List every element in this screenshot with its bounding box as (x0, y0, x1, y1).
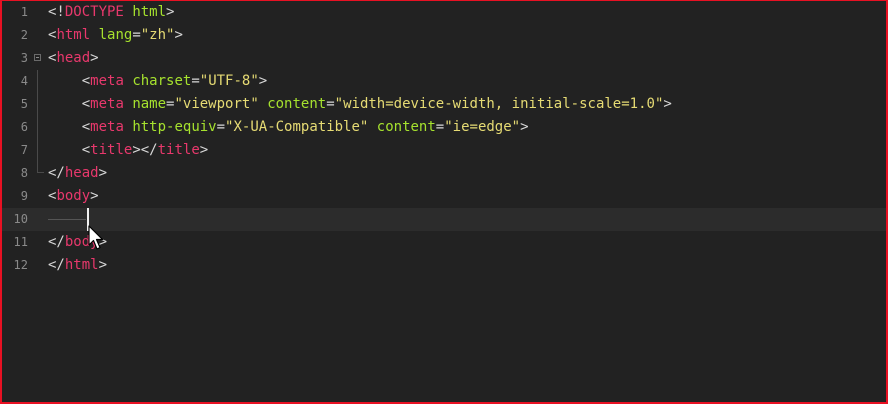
code-token: "zh" (140, 27, 175, 43)
line-number: 10 (13, 212, 28, 226)
mouse-pointer-icon (88, 225, 104, 250)
code-token: <! (48, 4, 65, 20)
line-number: 2 (20, 28, 28, 42)
code-token: "X-UA-Compatible" (225, 119, 369, 135)
code-token: html (132, 4, 167, 20)
code-token: > (90, 188, 99, 204)
code-token: lang (98, 27, 133, 43)
line-number: 3 (20, 51, 28, 65)
code-token: = (326, 96, 335, 112)
code-text[interactable]: <!DOCTYPE html> (48, 1, 174, 24)
code-line[interactable]: 10 (2, 208, 886, 231)
code-token: ></ (132, 142, 158, 158)
code-token: body (56, 188, 91, 204)
code-token: head (56, 50, 91, 66)
fold-toggle-icon[interactable] (34, 54, 41, 61)
line-number: 1 (20, 5, 28, 19)
code-token: > (98, 257, 108, 273)
code-token: </ (48, 234, 65, 250)
code-token: "width=device-width, initial-scale=1.0" (334, 96, 664, 112)
code-text[interactable]: <meta http-equiv="X-UA-Compatible" conte… (48, 116, 529, 139)
code-token: meta (90, 119, 124, 135)
code-token: </ (48, 257, 65, 273)
code-token: = (191, 73, 200, 89)
code-line[interactable]: 7 <title></title> (2, 139, 886, 162)
code-line[interactable]: 12 </html> (2, 254, 886, 277)
code-token: > (258, 73, 268, 89)
line-number: 4 (20, 74, 28, 88)
code-token: head (64, 165, 99, 181)
code-text[interactable]: <title></title> (48, 139, 209, 162)
code-token: </ (48, 165, 65, 181)
code-line[interactable]: 11 </body> (2, 231, 886, 254)
line-number: 12 (13, 258, 28, 272)
code-token: meta (90, 96, 124, 112)
code-line[interactable]: 2 <html lang="zh"> (2, 24, 886, 47)
code-token: > (174, 27, 183, 43)
code-text[interactable]: <head> (48, 47, 99, 70)
whitespace-indicator (48, 219, 86, 220)
code-token: content (376, 119, 436, 135)
code-token: title (157, 142, 200, 158)
code-lines[interactable]: 1 <!DOCTYPE html> 2 <html lang="zh"> 3 <head>… (2, 1, 886, 277)
code-token: DOCTYPE (64, 4, 124, 20)
code-token: meta (90, 73, 124, 89)
code-token: content (267, 96, 327, 112)
code-token: "viewport" (174, 96, 259, 112)
code-token: html (64, 257, 99, 273)
code-token: http-equiv (132, 119, 217, 135)
line-number: 7 (20, 143, 28, 157)
code-line[interactable]: 6 <meta http-equiv="X-UA-Compatible" con… (2, 116, 886, 139)
line-number: 11 (13, 235, 28, 249)
code-token: = (216, 119, 226, 135)
line-number: 9 (20, 189, 28, 203)
code-line[interactable]: 8 </head> (2, 162, 886, 185)
code-token: < (48, 96, 91, 112)
code-token: > (199, 142, 209, 158)
code-text[interactable]: <html lang="zh"> (48, 24, 183, 47)
code-line[interactable]: 9 <body> (2, 185, 886, 208)
code-token: name (132, 96, 167, 112)
code-token: title (90, 142, 133, 158)
code-line[interactable]: 1 <!DOCTYPE html> (2, 1, 886, 24)
code-text[interactable]: <meta name="viewport" content="width=dev… (48, 93, 672, 116)
code-token: > (98, 165, 108, 181)
code-token: > (520, 119, 529, 135)
code-text[interactable]: <meta charset="UTF-8"> (48, 70, 268, 93)
code-token: > (663, 96, 672, 112)
code-token: = (132, 27, 141, 43)
fold-end-marker (37, 162, 44, 173)
code-line[interactable]: 3 <head> (2, 47, 886, 70)
code-token: > (166, 4, 175, 20)
code-token: html (56, 27, 91, 43)
code-token: < (48, 73, 91, 89)
line-number: 5 (20, 97, 28, 111)
line-number: 6 (20, 120, 28, 134)
line-number: 8 (20, 166, 28, 180)
code-line[interactable]: 5 <meta name="viewport" content="width=d… (2, 93, 886, 116)
code-token: "UTF-8" (199, 73, 259, 89)
code-token: > (90, 50, 99, 66)
code-text[interactable]: <body> (48, 185, 99, 208)
code-line[interactable]: 4 <meta charset="UTF-8"> (2, 70, 886, 93)
code-text[interactable]: </head> (48, 162, 107, 185)
code-token: = (435, 119, 445, 135)
code-token: charset (132, 73, 192, 89)
code-token: < (48, 142, 91, 158)
code-token: "ie=edge" (444, 119, 521, 135)
code-text[interactable]: </html> (48, 254, 107, 277)
code-token: < (48, 119, 91, 135)
code-editor[interactable]: 1 <!DOCTYPE html> 2 <html lang="zh"> 3 <head>… (0, 0, 888, 404)
